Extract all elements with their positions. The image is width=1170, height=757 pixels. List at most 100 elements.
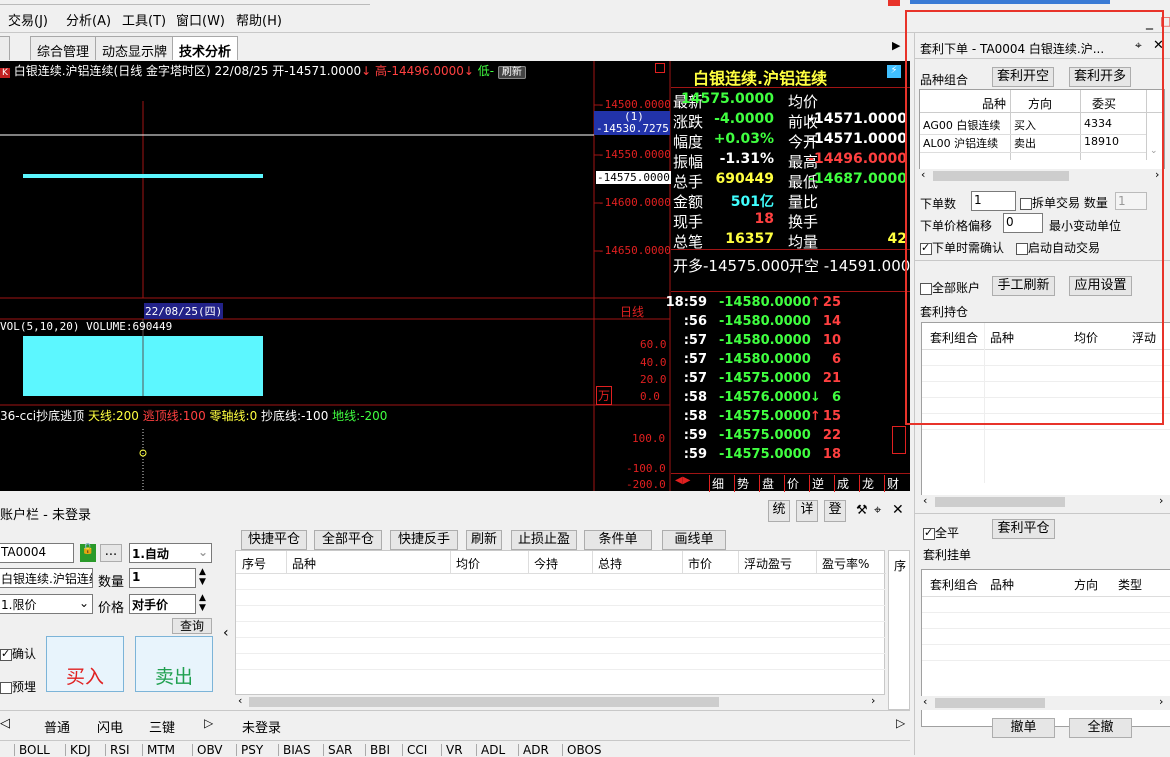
quote-tab[interactable]: 财 bbox=[884, 475, 899, 492]
price-input[interactable]: 对手价 bbox=[129, 594, 196, 614]
indicator-tab[interactable]: BBI bbox=[365, 744, 390, 756]
hammer-icon[interactable]: ⚒ bbox=[856, 503, 868, 518]
legs-hscroll[interactable]: ‹ › bbox=[919, 168, 1165, 183]
positions-toolbar-button[interactable]: 刷新 bbox=[466, 530, 502, 550]
positions-toolbar-button[interactable]: 止损止盈 bbox=[511, 530, 577, 550]
qty-spinner[interactable]: ▲ ▼ bbox=[199, 567, 206, 587]
scroll-right-icon[interactable]: › bbox=[871, 694, 875, 707]
arb-open-short-button[interactable]: 套利开空 bbox=[992, 67, 1054, 87]
split-checkbox[interactable]: 拆单交易 数量 bbox=[1020, 194, 1108, 211]
scroll-right-icon[interactable]: › bbox=[1155, 168, 1159, 181]
indicator-tab[interactable]: CCI bbox=[402, 744, 427, 756]
chart-maximize-icon[interactable] bbox=[655, 63, 665, 73]
menu-window[interactable]: 窗口(W) bbox=[176, 10, 225, 29]
tick-scroll-icon[interactable] bbox=[892, 426, 906, 454]
pin-icon[interactable]: ⌖ bbox=[874, 503, 881, 518]
positions-toolbar-button[interactable]: 条件单 bbox=[584, 530, 652, 550]
tab-overview[interactable]: 综合管理 bbox=[30, 36, 97, 60]
order-mode-tab[interactable]: 闪电 bbox=[97, 717, 123, 736]
qty-input[interactable]: 1 bbox=[129, 568, 196, 588]
positions-toolbar-button[interactable]: 快捷反手 bbox=[390, 530, 458, 550]
arb-positions-hscroll[interactable]: ‹ › bbox=[921, 494, 1170, 509]
confirm-order-checkbox[interactable]: 下单时需确认 bbox=[920, 239, 1004, 256]
price-spinner[interactable]: ▲ ▼ bbox=[199, 593, 206, 613]
scroll-left-icon[interactable]: ‹ bbox=[921, 168, 925, 181]
scroll-right-icon[interactable]: › bbox=[1159, 494, 1163, 507]
quote-switch-icon[interactable]: ⚡ bbox=[887, 65, 901, 78]
indicator-tab[interactable]: OBOS bbox=[562, 744, 602, 756]
arb-pending-hscroll[interactable]: ‹ › bbox=[921, 695, 1170, 710]
order-type-select[interactable]: 1.限价 ⌄ bbox=[0, 594, 93, 614]
tab-arrow-icon[interactable]: ◁ bbox=[0, 716, 10, 731]
preview-checkbox[interactable]: 预埋 bbox=[0, 678, 36, 695]
indicator-tab[interactable]: PSY bbox=[236, 744, 263, 756]
pin-icon[interactable]: ⌖ bbox=[1135, 38, 1142, 53]
sell-button[interactable]: 卖出 bbox=[135, 636, 213, 692]
menu-help[interactable]: 帮助(H) bbox=[236, 10, 282, 29]
login-button[interactable]: 登 bbox=[824, 500, 846, 522]
pane-right-icon[interactable]: ▷ bbox=[896, 716, 905, 730]
scroll-left-icon[interactable]: ‹ bbox=[923, 494, 927, 507]
menu-analysis[interactable]: 分析(A) bbox=[66, 10, 111, 29]
contract-field[interactable]: 白银连续.沪铝连续 bbox=[0, 568, 93, 588]
tab-next-icon[interactable]: ▷ bbox=[204, 716, 213, 730]
arb-open-long-button[interactable]: 套利开多 bbox=[1069, 67, 1131, 87]
indicator-tab[interactable]: KDJ bbox=[65, 744, 91, 756]
scroll-left-icon[interactable]: ‹ bbox=[238, 694, 242, 707]
tab-hidden[interactable] bbox=[0, 36, 10, 60]
quote-tab[interactable]: 成 bbox=[834, 475, 849, 492]
close-icon[interactable]: ✕ bbox=[892, 502, 904, 518]
positions-hscroll[interactable]: ‹ › bbox=[235, 694, 885, 709]
scroll-thumb[interactable] bbox=[935, 698, 1045, 708]
close-icon[interactable]: ✕ bbox=[1153, 38, 1164, 53]
arb-close-button[interactable]: 套利平仓 bbox=[992, 519, 1055, 539]
quote-tab[interactable]: 势 bbox=[734, 475, 749, 492]
positions-toolbar-button[interactable]: 画线单 bbox=[662, 530, 726, 550]
indicator-tab[interactable]: VR bbox=[441, 744, 463, 756]
tab-technical-analysis[interactable]: 技术分析 bbox=[172, 36, 239, 60]
restore-icon[interactable]: □ bbox=[1160, 14, 1170, 28]
apply-settings-button[interactable]: 应用设置 bbox=[1069, 276, 1132, 296]
quote-tab[interactable]: 逆 bbox=[809, 475, 824, 492]
auto-trade-checkbox[interactable]: 启动自动交易 bbox=[1016, 239, 1100, 256]
order-mode-tab[interactable]: 三键 bbox=[149, 717, 175, 736]
indicator-tab[interactable]: RSI bbox=[105, 744, 130, 756]
quote-tab[interactable]: 价 bbox=[784, 475, 799, 492]
split-qty-input[interactable]: 1 bbox=[1115, 192, 1147, 210]
tab-scroll-right-icon[interactable]: ▶ bbox=[892, 39, 900, 52]
all-accounts-checkbox[interactable]: 全部账户 bbox=[920, 279, 980, 296]
scroll-right-icon[interactable]: › bbox=[1159, 695, 1163, 708]
more-button[interactable]: ... bbox=[100, 544, 122, 562]
indicator-tab[interactable]: SAR bbox=[323, 744, 352, 756]
tab-prev-icon[interactable]: ◀▶ bbox=[675, 475, 690, 486]
query-button[interactable]: 查询 bbox=[172, 618, 212, 634]
scroll-thumb[interactable] bbox=[933, 171, 1069, 181]
indicator-tab[interactable]: MTM bbox=[142, 744, 175, 756]
order-mode-tab[interactable]: 普通 bbox=[44, 717, 70, 736]
offset-input[interactable]: 0 bbox=[1003, 213, 1043, 233]
collapse-left-icon[interactable]: ‹ bbox=[223, 625, 229, 641]
indicator-tab[interactable]: BIAS bbox=[278, 744, 311, 756]
confirm-checkbox[interactable]: 确认 bbox=[0, 645, 36, 662]
minimize-icon[interactable]: _ bbox=[1146, 14, 1153, 30]
stats-button[interactable]: 统 bbox=[768, 500, 790, 522]
tab-dynamic-board[interactable]: 动态显示牌 bbox=[95, 36, 175, 60]
lock-icon[interactable]: 🔓 bbox=[80, 544, 96, 562]
scroll-thumb[interactable] bbox=[249, 697, 719, 707]
detail-button[interactable]: 详 bbox=[796, 500, 818, 522]
lots-input[interactable]: 1 bbox=[971, 191, 1016, 211]
chart-refresh-button[interactable]: 刷新 bbox=[497, 66, 526, 79]
menu-trade[interactable]: 交易(J) bbox=[8, 10, 48, 29]
indicator-tab[interactable]: ADR bbox=[518, 744, 549, 756]
positions-toolbar-button[interactable]: 快捷平仓 bbox=[241, 530, 307, 550]
account-code-field[interactable]: TA0004 bbox=[0, 543, 74, 563]
scroll-left-icon[interactable]: ‹ bbox=[923, 695, 927, 708]
cancel-order-button[interactable]: 撤单 bbox=[992, 718, 1055, 738]
indicator-tab[interactable]: OBV bbox=[192, 744, 223, 756]
quote-tab[interactable]: 龙 bbox=[859, 475, 874, 492]
cancel-all-button[interactable]: 全撤 bbox=[1069, 718, 1132, 738]
mode-select[interactable]: 1.自动 ⌄ bbox=[129, 543, 212, 563]
legs-scroll-down-icon[interactable]: ⌄ bbox=[1150, 146, 1158, 156]
close-all-checkbox[interactable]: 全平 bbox=[923, 524, 959, 541]
positions-toolbar-button[interactable]: 全部平仓 bbox=[314, 530, 382, 550]
